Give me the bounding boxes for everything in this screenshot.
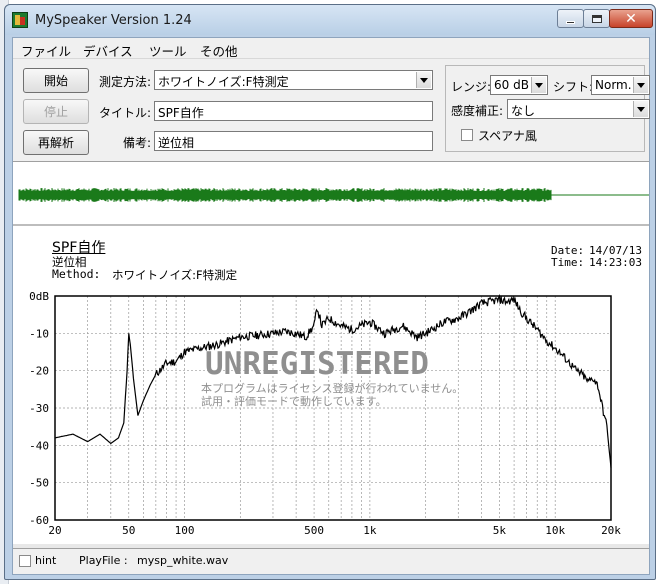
chevron-down-icon[interactable] <box>416 72 431 88</box>
shift-label: シフト: <box>553 80 594 94</box>
app-icon <box>12 12 28 28</box>
minimize-icon <box>566 20 575 24</box>
control-panel: 開始 停止 再解析 測定方法: ホワイトノイズ:F特測定 タイトル: SPF自作… <box>13 59 650 162</box>
window-title: MySpeaker Version 1.24 <box>35 13 192 28</box>
method-select[interactable]: ホワイトノイズ:F特測定 <box>154 70 433 90</box>
x-tick-label: 20 <box>48 524 61 537</box>
minimize-button[interactable] <box>557 9 584 28</box>
playfile-value: mysp_white.wav <box>137 554 229 567</box>
chevron-down-icon[interactable] <box>633 101 648 117</box>
waveform-trace <box>18 188 552 202</box>
title-label: タイトル: <box>98 106 151 120</box>
method-label: 測定方法: <box>98 75 151 89</box>
playfile-label: PlayFile : <box>79 554 128 567</box>
app-window: MySpeaker Version 1.24 ✕ ファイル デバイス ツール そ… <box>4 4 656 580</box>
x-tick-label: 20k <box>601 524 621 537</box>
note-input[interactable]: 逆位相 <box>154 131 433 151</box>
x-tick-label: 100 <box>175 524 195 537</box>
y-tick-label: -30 <box>29 402 49 415</box>
menu-tools[interactable]: ツール <box>149 41 187 60</box>
spectrum-checkbox[interactable] <box>461 129 473 141</box>
title-input[interactable]: SPF自作 <box>154 101 433 121</box>
x-tick-label: 5k <box>493 524 507 537</box>
sensitivity-value: なし <box>511 104 536 118</box>
y-tick-label: -20 <box>29 365 49 378</box>
reanalyze-button[interactable]: 再解析 <box>23 130 89 155</box>
menu-file[interactable]: ファイル <box>21 41 71 60</box>
start-button[interactable]: 開始 <box>23 68 89 93</box>
client-area: ファイル デバイス ツール その他 開始 停止 再解析 測定方法: ホワイトノイ… <box>12 37 650 575</box>
spectrum-label: スペアナ風 <box>478 129 537 143</box>
y-tick-label: -60 <box>29 514 49 527</box>
y-tick-label: -10 <box>29 327 49 340</box>
y-tick-label: -40 <box>29 439 49 452</box>
range-label: レンジ: <box>451 80 492 94</box>
x-tick-label: 50 <box>122 524 135 537</box>
close-button[interactable]: ✕ <box>609 9 653 28</box>
close-icon: ✕ <box>625 10 637 27</box>
sensitivity-select[interactable]: なし <box>507 99 650 119</box>
menu-other[interactable]: その他 <box>200 41 238 60</box>
chevron-down-icon[interactable] <box>531 77 546 93</box>
report-view: SPF自作 逆位相 Method: ホワイトノイズ:F特測定 Date: 14/… <box>13 228 649 548</box>
y-tick-label: -50 <box>29 477 49 490</box>
y-tick-label: 0dB <box>29 290 49 303</box>
range-select[interactable]: 60 dB <box>490 75 548 95</box>
note-label: 備考: <box>122 136 151 150</box>
watermark-line2: 試用・評価モードで動作しています。 <box>201 395 387 408</box>
watermark-title: UNREGISTERED <box>205 346 429 382</box>
shift-select[interactable]: Norm. <box>591 75 650 95</box>
x-tick-label: 500 <box>304 524 324 537</box>
hint-checkbox[interactable] <box>19 555 31 567</box>
waveform-svg <box>18 188 649 202</box>
menu-device[interactable]: デバイス <box>83 41 133 60</box>
shift-value: Norm. <box>595 78 632 92</box>
settings-group: レンジ: 60 dB シフト: Norm. 感度補正: なし スペアナ風 <box>445 65 650 152</box>
menu-bar: ファイル デバイス ツール その他 <box>13 38 649 59</box>
maximize-button[interactable] <box>583 9 610 28</box>
chevron-down-icon[interactable] <box>633 77 648 93</box>
x-tick-label: 10k <box>545 524 565 537</box>
title-bar[interactable]: MySpeaker Version 1.24 ✕ <box>5 5 655 35</box>
range-value: 60 dB <box>494 78 529 92</box>
stop-button[interactable]: 停止 <box>23 99 89 124</box>
maximize-icon <box>591 14 602 23</box>
sensitivity-label: 感度補正: <box>451 104 504 118</box>
waveform-view <box>13 163 649 226</box>
method-value: ホワイトノイズ:F特測定 <box>158 75 289 89</box>
hint-label: hint <box>35 554 57 567</box>
x-tick-label: 1k <box>363 524 377 537</box>
status-bar: hint PlayFile : mysp_white.wav <box>13 548 649 574</box>
